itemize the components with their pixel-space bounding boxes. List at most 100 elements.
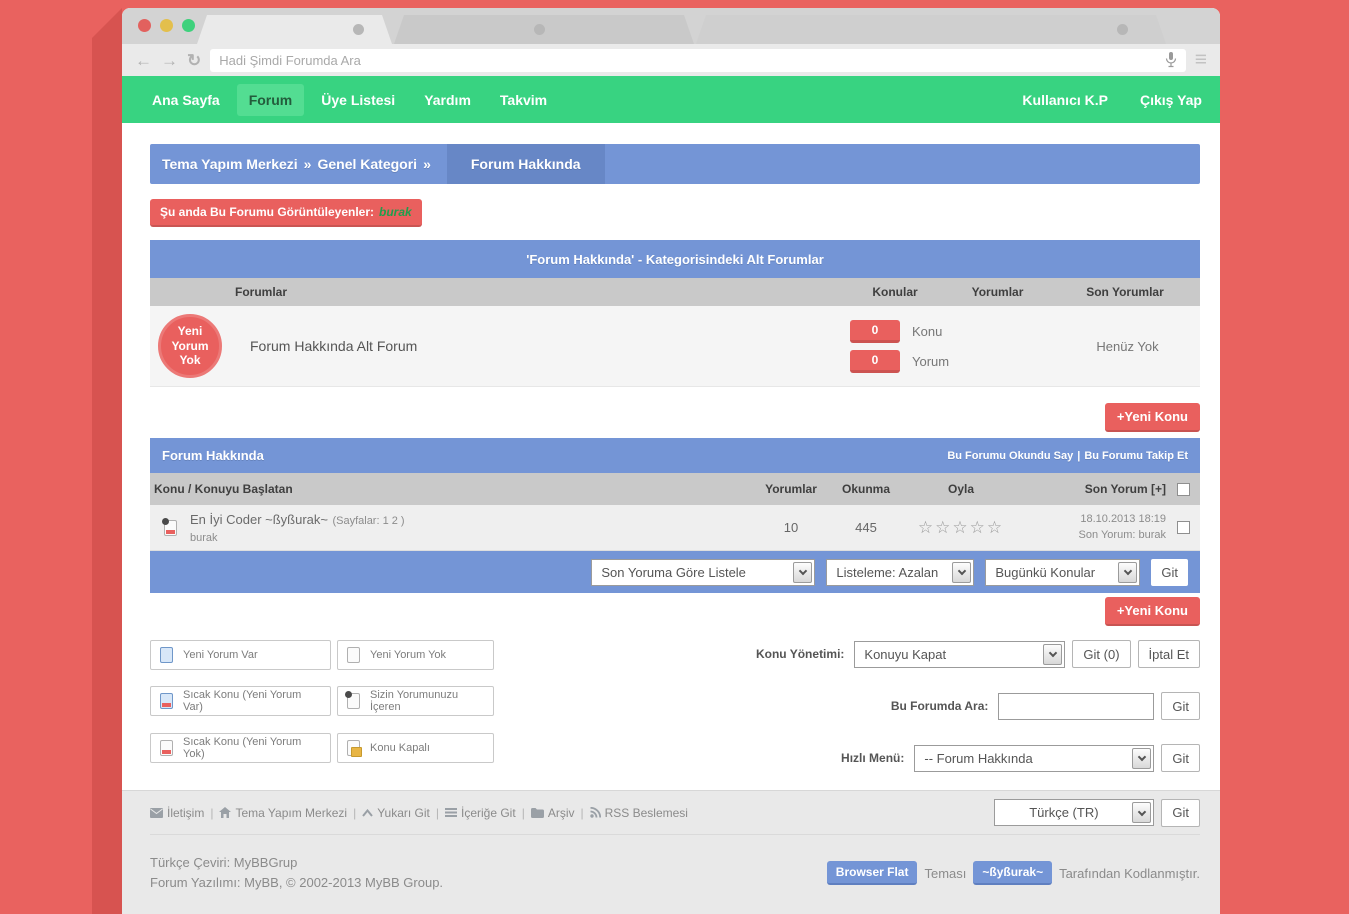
legend-label: Yeni Yorum Yok [370,649,446,661]
folder-icon [531,808,544,818]
viewer-username-link[interactable]: burak [379,205,412,219]
theme-name-button[interactable]: Browser Flat [827,861,918,885]
breadcrumb-link-category[interactable]: Genel Kategori [317,156,417,172]
home-link[interactable]: Tema Yapım Merkezi [219,806,347,820]
nav-item-calendar[interactable]: Takvim [488,84,559,116]
footer-separator: | [353,806,356,820]
subscribe-forum-link[interactable]: Bu Forumu Takip Et [1084,450,1188,462]
moderation-selected: Konuyu Kapat [855,647,1043,662]
chevron-down-icon [1043,644,1062,665]
time-period-select[interactable]: Bugünkü Konular [985,559,1140,586]
thread-author-link[interactable]: burak [190,532,756,544]
chevron-down-icon [952,562,971,583]
quick-menu-go-button[interactable]: Git [1161,744,1200,772]
browser-tab-3[interactable] [696,15,1166,44]
forum-search-go-button[interactable]: Git [1161,692,1200,720]
language-select[interactable]: Türkçe (TR) [994,799,1154,826]
threads-column-headers: Konu / Konuyu Başlatan Yorumlar Okunma O… [150,473,1200,505]
footer-link-label: RSS Beslemesi [605,806,688,820]
theme-author-button[interactable]: ~ßyßurak~ [973,861,1052,885]
topic-count-label: Konu [912,324,942,339]
nav-item-home[interactable]: Ana Sayfa [140,84,232,116]
archive-link[interactable]: Arşiv [531,806,575,820]
subforum-link[interactable]: Forum Hakkında Alt Forum [250,338,850,354]
legend-hot-no-new-posts: Sıcak Konu (Yeni Yorum Yok) [150,733,331,763]
page-content: Tema Yapım Merkezi » Genel Kategori » Fo… [122,123,1220,790]
moderation-select[interactable]: Konuyu Kapat [854,641,1065,668]
tab-favicon [1117,24,1128,35]
select-all-checkbox[interactable] [1177,483,1190,496]
refresh-icon[interactable]: ↻ [187,52,201,69]
browser-menu-icon[interactable]: ≡ [1195,48,1207,72]
thread-status-icon [164,520,177,536]
forward-icon[interactable]: → [161,52,178,69]
new-posts-icon [160,647,173,663]
forum-search-input[interactable] [998,693,1154,720]
back-icon[interactable]: ← [135,52,152,69]
nav-item-memberlist[interactable]: Üye Listesi [309,84,407,116]
moderation-go-button[interactable]: Git (0) [1072,640,1130,668]
chevron-down-icon [1132,802,1151,823]
nav-item-usercp[interactable]: Kullanıcı K.P [1022,84,1108,116]
rss-feed-link[interactable]: RSS Beslemesi [590,806,688,820]
close-window-button[interactable] [138,19,151,32]
breadcrumb: Tema Yapım Merkezi » Genel Kategori » Fo… [150,144,1200,184]
mail-icon [150,808,163,818]
tab-favicon [534,24,545,35]
address-input[interactable] [219,53,1164,68]
new-topic-button[interactable]: +Yeni Konu [1105,403,1200,432]
breadcrumb-link-root[interactable]: Tema Yapım Merkezi [162,156,298,172]
nav-item-help[interactable]: Yardım [412,84,483,116]
forum-controls: Konu Yönetimi: Konuyu Kapat Git (0) İpta… [756,640,1200,772]
sort-by-select[interactable]: Son Yoruma Göre Listele [591,559,815,586]
go-to-top-link[interactable]: Yukarı Git [362,806,430,820]
legend-label: Sıcak Konu (Yeni Yorum Yok) [183,736,321,760]
nav-item-logout[interactable]: Çıkış Yap [1140,84,1202,116]
footer-separator: | [210,806,213,820]
viewers-label: Şu anda Bu Forumu Görüntüleyenler: [160,205,374,219]
chevron-down-icon [1132,748,1151,769]
rss-icon [590,807,601,818]
minimize-window-button[interactable] [160,19,173,32]
legend-label: Yeni Yorum Var [183,649,258,661]
sort-order-select[interactable]: Listeleme: Azalan [826,559,974,586]
quick-menu-row: Hızlı Menü: -- Forum Hakkında Git [841,744,1200,772]
theme-suffix-text: Tarafından Kodlanmıştır. [1059,866,1200,881]
contact-link[interactable]: İletişim [150,806,204,820]
legend-contains-your-posts: Sizin Yorumunuzu İçeren [337,686,494,716]
go-to-content-link[interactable]: İçeriğe Git [445,806,516,820]
chevron-down-icon [1118,562,1137,583]
mark-forum-read-link[interactable]: Bu Forumu Okundu Say [947,450,1073,462]
breadcrumb-current: Forum Hakkında [447,144,605,184]
browser-window: ← → ↻ ≡ Ana Sayfa Forum Üye Listesi Yard… [122,8,1220,914]
address-bar[interactable] [210,49,1185,72]
thread-title-link[interactable]: En İyi Coder ~ßyßurak~ [190,512,328,527]
subforums-panel: 'Forum Hakkında' - Kategorisindeki Alt F… [150,240,1200,387]
closed-thread-icon [347,740,360,756]
new-topic-button[interactable]: +Yeni Konu [1105,597,1200,626]
language-go-button[interactable]: Git [1161,799,1200,827]
quick-menu-select[interactable]: -- Forum Hakkında [914,745,1154,772]
thread-checkbox[interactable] [1177,521,1190,534]
language-selected: Türkçe (TR) [995,805,1132,820]
hot-thread-new-icon [160,693,173,709]
microphone-icon[interactable] [1165,52,1177,68]
column-forums: Forumlar [150,285,845,299]
thread-pages[interactable]: (Sayfalar: 1 2 ) [332,515,404,527]
moderation-cancel-button[interactable]: İptal Et [1138,640,1200,668]
chevron-up-icon [362,809,373,817]
thread-row: En İyi Coder ~ßyßurak~ (Sayfalar: 1 2 ) … [150,505,1200,551]
subforums-title: 'Forum Hakkında' - Kategorisindeki Alt F… [150,240,1200,278]
maximize-window-button[interactable] [182,19,195,32]
thread-last-post-author[interactable]: Son Yorum: burak [1016,528,1166,544]
thread-rating-stars[interactable]: ☆☆☆☆☆ [906,518,1016,538]
nav-item-forum[interactable]: Forum [237,84,305,116]
language-switcher: Türkçe (TR) Git [994,799,1200,827]
filter-go-button[interactable]: Git [1151,559,1188,586]
legend-closed-thread: Konu Kapalı [337,733,494,763]
browser-tab-2[interactable] [394,15,694,44]
legend-no-new-posts: Yeni Yorum Yok [337,640,494,670]
legend-new-posts: Yeni Yorum Var [150,640,331,670]
browser-tab-active[interactable] [197,15,392,44]
footer-link-label: İçeriğe Git [461,806,516,820]
